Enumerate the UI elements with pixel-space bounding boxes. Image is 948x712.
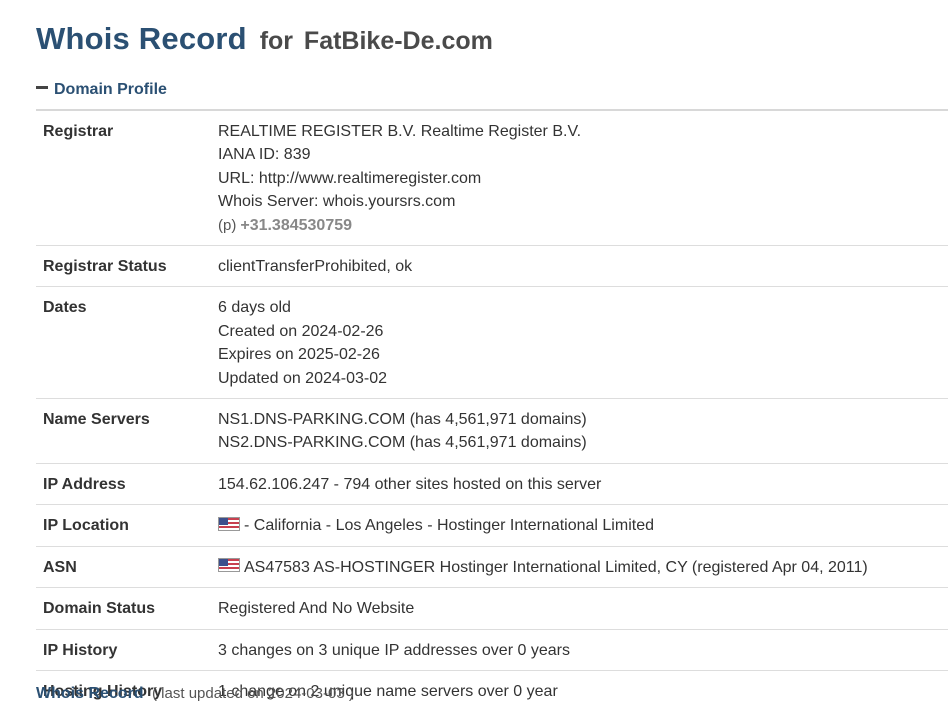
row-value: NS1.DNS-PARKING.COM (has 4,561,971 domai… [218, 408, 587, 455]
row-label: Dates [43, 299, 87, 317]
name-server-2: NS2.DNS-PARKING.COM (has 4,561,971 domai… [218, 434, 587, 452]
row-asn: ASN AS47583 AS-HOSTINGER Hostinger Inter… [36, 547, 948, 589]
us-flag-icon [218, 558, 240, 573]
row-label: Domain Status [43, 600, 156, 618]
domain-profile-label: Domain Profile [54, 81, 167, 98]
registrar-url: URL: http://www.realtimeregister.com [218, 169, 482, 187]
name-server-1: NS1.DNS-PARKING.COM (has 4,561,971 domai… [218, 411, 587, 429]
minus-icon [36, 86, 48, 90]
domain-profile-toggle[interactable]: Domain Profile [36, 80, 167, 100]
registrar-phone-line: (p) +31.384530759 [218, 214, 581, 237]
row-value: 3 changes on 3 unique IP addresses over … [218, 641, 570, 659]
page-title-domain: FatBike-De.com [303, 27, 493, 55]
created-date: Created on 2024-02-26 [218, 322, 384, 340]
row-label: IP Location [43, 517, 129, 535]
registrar-phone: +31.384530759 [240, 216, 353, 234]
whois-record-footer: Whois Record ( last updated on 2024-03-0… [36, 684, 354, 704]
row-label: Registrar Status [43, 258, 167, 276]
last-updated-text: ( last updated on 2024-03-03 ) [152, 685, 354, 702]
row-value: - California - Los Angeles - Hostinger I… [218, 514, 654, 537]
ip-location-text: - California - Los Angeles - Hostinger I… [244, 517, 654, 535]
row-value: Registered And No Website [218, 600, 415, 618]
row-ip-history: IP History 3 changes on 3 unique IP addr… [36, 630, 948, 671]
us-flag-icon [218, 517, 240, 532]
row-name-servers: Name Servers NS1.DNS-PARKING.COM (has 4,… [36, 399, 948, 464]
row-value: clientTransferProhibited, ok [218, 258, 413, 276]
updated-date: Updated on 2024-03-02 [218, 369, 388, 387]
row-ip-address: IP Address 154.62.106.247 - 794 other si… [36, 464, 948, 506]
row-value: 6 days old Created on 2024-02-26 Expires… [218, 296, 387, 390]
row-label: IP History [43, 641, 118, 659]
row-value: 154.62.106.247 - 794 other sites hosted … [218, 475, 602, 493]
row-value: REALTIME REGISTER B.V. Realtime Register… [218, 120, 581, 237]
row-registrar: Registrar REALTIME REGISTER B.V. Realtim… [36, 111, 948, 247]
phone-prefix: (p) [218, 216, 237, 234]
row-ip-location: IP Location - California - Los Angeles -… [36, 505, 948, 547]
page-title-for: for [259, 27, 294, 55]
row-domain-status: Domain Status Registered And No Website [36, 588, 948, 630]
registrar-iana: IANA ID: 839 [218, 146, 311, 164]
page-title: Whois Record for FatBike-De.com [36, 18, 493, 61]
row-label: Registrar [43, 123, 114, 140]
domain-profile-table: Registrar REALTIME REGISTER B.V. Realtim… [36, 109, 948, 711]
row-registrar-status: Registrar Status clientTransferProhibite… [36, 246, 948, 288]
row-value: AS47583 AS-HOSTINGER Hostinger Internati… [218, 556, 868, 579]
row-dates: Dates 6 days old Created on 2024-02-26 E… [36, 287, 948, 400]
domain-age: 6 days old [218, 299, 291, 317]
row-label: ASN [43, 558, 77, 576]
asn-text: AS47583 AS-HOSTINGER Hostinger Internati… [244, 558, 868, 576]
expires-date: Expires on 2025-02-26 [218, 346, 380, 364]
page-title-main: Whois Record [36, 21, 247, 56]
row-label: IP Address [43, 475, 126, 493]
whois-record-heading: Whois Record [36, 685, 144, 702]
row-label: Name Servers [43, 411, 150, 429]
registrar-whois-server: Whois Server: whois.yoursrs.com [218, 193, 456, 211]
registrar-name: REALTIME REGISTER B.V. Realtime Register… [218, 123, 582, 140]
